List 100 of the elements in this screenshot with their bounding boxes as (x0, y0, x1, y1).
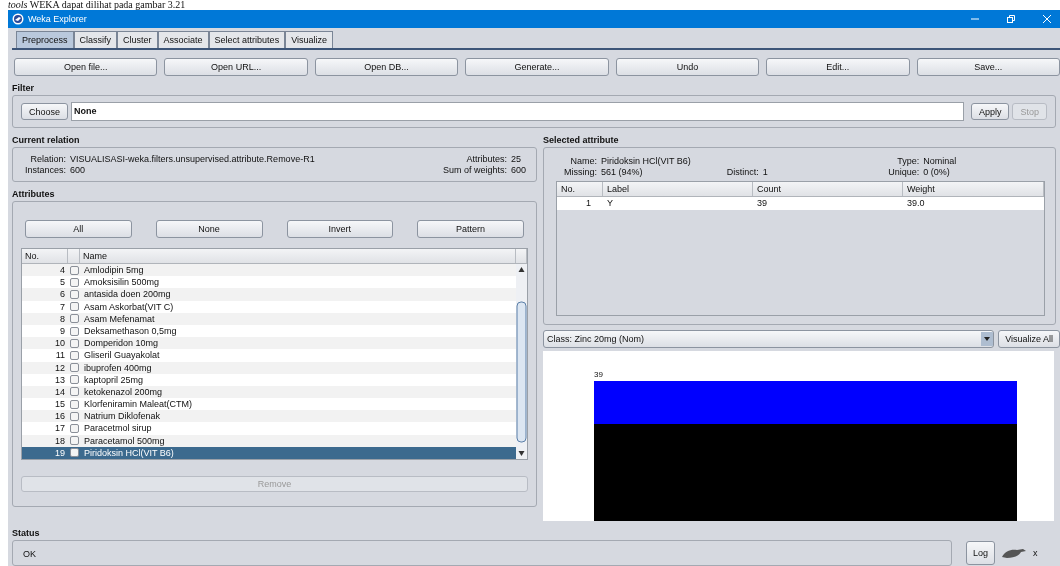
column-header[interactable]: No. (22, 249, 68, 263)
checkbox[interactable] (69, 289, 79, 299)
attribute-row[interactable]: 16 Natrium Diklofenak (22, 410, 516, 423)
column-header[interactable]: Name (80, 249, 516, 263)
attribute-name: Amoksisilin 500mg (83, 276, 161, 289)
tab[interactable]: Associate (157, 31, 209, 48)
tab[interactable]: Preprocess (16, 31, 74, 48)
scrollbar[interactable] (516, 264, 527, 459)
field-value: 561 (94%) (601, 167, 644, 177)
window-title: Weka Explorer (28, 14, 87, 24)
row-number: 17 (54, 422, 66, 435)
toolbar-button[interactable]: Edit... (766, 58, 910, 76)
section-heading: Attributes (12, 188, 56, 201)
section-heading: Filter (12, 82, 35, 95)
status-bar: OK (12, 540, 952, 566)
attribute-name: Klorfeniramin Maleat(CTM) (83, 398, 194, 411)
attribute-name: Paracetmol sirup (83, 422, 153, 435)
column-header[interactable]: Count (753, 182, 903, 196)
selection-button[interactable]: Invert (286, 220, 394, 238)
tab[interactable]: Visualize (285, 31, 333, 48)
field-label: Attributes: (465, 154, 507, 164)
attribute-row[interactable]: 4 Amlodipin 5mg (22, 264, 516, 277)
field-value: 25 (510, 154, 522, 164)
toolbar-button[interactable]: Generate... (465, 58, 609, 76)
toolbar-button[interactable]: Save... (916, 58, 1060, 76)
filter-field[interactable]: None (71, 102, 964, 121)
checkbox[interactable] (69, 265, 79, 275)
restore-icon[interactable] (1006, 14, 1016, 24)
row-number: 16 (54, 410, 66, 423)
row-number: 15 (54, 398, 66, 411)
bar-label: 39 (594, 370, 603, 379)
checkbox[interactable] (69, 424, 79, 434)
field-label: Sum of weights: (442, 165, 507, 175)
row-number: 10 (54, 337, 66, 350)
class-dropdown[interactable]: Class: Zinc 20mg (Nom) (543, 330, 995, 348)
attribute-name: Asam Askorbat(VIT C) (83, 300, 175, 313)
apply-button[interactable]: Apply (970, 103, 1010, 120)
selection-button[interactable]: All (25, 220, 132, 238)
row-number: 13 (54, 373, 66, 386)
attribute-name: Paracetamol 500mg (83, 434, 166, 447)
checkbox[interactable] (69, 436, 79, 446)
attribute-name: Deksamethason 0,5mg (83, 324, 178, 338)
checkbox[interactable] (69, 448, 79, 458)
bird-icon (1001, 547, 1028, 559)
attribute-name: Piridoksin HCl(VIT B6) (83, 446, 175, 459)
toolbar-button[interactable]: Open DB... (314, 58, 459, 76)
field-value: 1 (762, 167, 769, 177)
attribute-row[interactable]: 10 Domperidon 10mg (22, 337, 516, 350)
section-heading: Current relation (12, 134, 81, 147)
field-value: Nominal (923, 156, 958, 166)
toolbar-button[interactable]: Undo (615, 58, 760, 76)
attribute-name: antasida doen 200mg (83, 288, 172, 301)
table-cell-text: Y (606, 197, 614, 210)
row-number: 19 (54, 446, 66, 459)
tab[interactable]: Classify (73, 31, 118, 48)
row-number: 7 (59, 300, 66, 313)
checkbox[interactable] (69, 277, 79, 287)
selection-button[interactable]: None (155, 220, 263, 238)
checkbox[interactable] (69, 350, 79, 360)
caption-text: tools WEKA dapat dilihat pada gambar 3.21 (7, 0, 187, 10)
row-number: 9 (59, 324, 66, 338)
attribute-name: Asam Mefenamat (83, 312, 156, 325)
checkbox[interactable] (69, 375, 79, 385)
task-count: x (1033, 548, 1038, 558)
checkbox[interactable] (69, 338, 79, 348)
row-number: 11 (54, 349, 66, 362)
tab[interactable]: Select attributes (208, 31, 286, 48)
attribute-name: Domperidon 10mg (83, 337, 160, 350)
attribute-row[interactable]: 6 antasida doen 200mg (22, 288, 516, 301)
close-icon[interactable] (1042, 14, 1052, 24)
row-number: 8 (59, 312, 66, 325)
checkbox[interactable] (69, 387, 79, 397)
field-value: VISUALISASI-weka.filters.unsupervised.attribute.Remove-R1 (70, 154, 315, 164)
column-header[interactable]: No. (557, 182, 603, 196)
selection-button[interactable]: Pattern (417, 220, 524, 238)
choose-button[interactable]: Choose (21, 103, 69, 120)
row-number: 14 (54, 385, 66, 399)
column-header[interactable]: Weight (903, 182, 1044, 196)
checkbox[interactable] (69, 363, 79, 373)
section-heading: Status (12, 527, 41, 540)
field-value: 0 (0%) (923, 167, 951, 177)
section-heading: Selected attribute (543, 134, 620, 147)
visualize-all-button[interactable]: Visualize All (998, 330, 1060, 348)
field-value: 600 (510, 165, 526, 175)
field-label: Unique: (888, 167, 920, 177)
toolbar-button[interactable]: Open URL... (164, 58, 308, 76)
column-header[interactable]: Label (603, 182, 753, 196)
tab[interactable]: Cluster (117, 31, 158, 48)
checkbox[interactable] (69, 302, 79, 312)
checkbox[interactable] (69, 326, 79, 336)
field-label: Type: (896, 156, 920, 166)
log-button[interactable]: Log (966, 541, 996, 565)
checkbox[interactable] (69, 399, 79, 409)
table-cell-text: 1 (585, 197, 592, 210)
row-number: 6 (59, 288, 66, 301)
attribute-name: Gliseril Guayakolat (83, 349, 161, 362)
checkbox[interactable] (69, 314, 79, 324)
field-value: 600 (70, 165, 87, 175)
checkbox[interactable] (69, 411, 79, 421)
toolbar-button[interactable]: Open file... (14, 58, 158, 76)
